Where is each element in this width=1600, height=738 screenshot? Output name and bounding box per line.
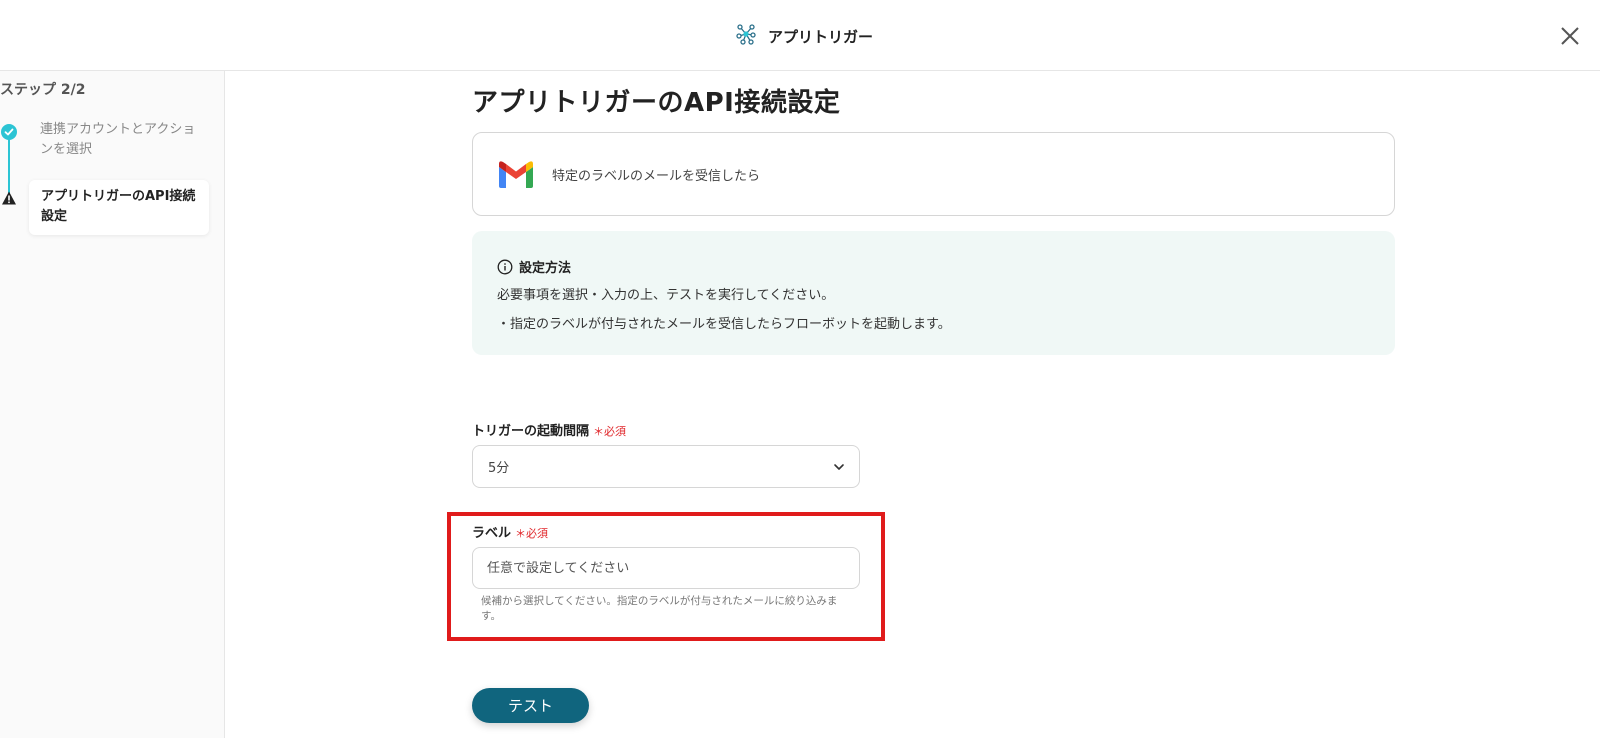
- label-help-text: 候補から選択してください。指定のラベルが付与されたメールに絞り込みます。: [481, 595, 838, 622]
- info-text-line-2: ・指定のラベルが付与されたメールを受信したらフローボットを起動します。: [497, 317, 951, 332]
- step-connector: [8, 131, 10, 194]
- label-field-label: ラベル ＊必須: [472, 522, 548, 541]
- info-title: 設定方法: [497, 257, 571, 276]
- label-label-text: ラベル: [472, 526, 512, 541]
- check-circle-icon: [1, 124, 17, 140]
- gmail-icon: [497, 159, 535, 189]
- info-text-line-1: 必要事項を選択・入力の上、テストを実行してください。: [497, 288, 835, 303]
- info-icon: [497, 259, 513, 275]
- sidebar-step-api-settings[interactable]: アプリトリガーのAPI接続設定: [29, 180, 209, 235]
- chevron-down-icon: [831, 459, 847, 475]
- interval-field-label: トリガーの起動間隔 ＊必須: [472, 420, 626, 439]
- page-title: アプリトリガーのAPI接続設定: [472, 88, 841, 118]
- required-badge: ＊必須: [593, 425, 627, 438]
- interval-label-text: トリガーの起動間隔: [472, 424, 590, 439]
- interval-select[interactable]: 5分: [472, 445, 860, 488]
- trigger-event-label: 特定のラベルのメールを受信したら: [552, 168, 761, 184]
- info-title-text: 設定方法: [519, 261, 572, 276]
- required-badge: ＊必須: [515, 527, 549, 540]
- warning-icon: [1, 190, 17, 206]
- sidebar-step-select-account[interactable]: 連携アカウントとアクションを選択: [40, 120, 200, 160]
- close-icon[interactable]: [1556, 22, 1584, 50]
- test-button[interactable]: テスト: [472, 688, 589, 723]
- top-bar: アプリトリガー: [0, 0, 1600, 71]
- app-title: アプリトリガー: [734, 22, 873, 50]
- step-count: ステップ 2/2: [0, 82, 86, 98]
- app-title-text: アプリトリガー: [768, 27, 874, 46]
- app-trigger-network-icon: [734, 22, 758, 50]
- trigger-event-card: 特定のラベルのメールを受信したら: [472, 132, 1395, 216]
- interval-select-value: 5分: [488, 461, 510, 476]
- sidebar: ステップ 2/2 連携アカウントとアクションを選択 アプリトリガーのAPI接続設…: [0, 71, 225, 738]
- settings-info-box: 設定方法 必要事項を選択・入力の上、テストを実行してください。 ・指定のラベルが…: [472, 231, 1395, 355]
- label-input[interactable]: [472, 547, 860, 589]
